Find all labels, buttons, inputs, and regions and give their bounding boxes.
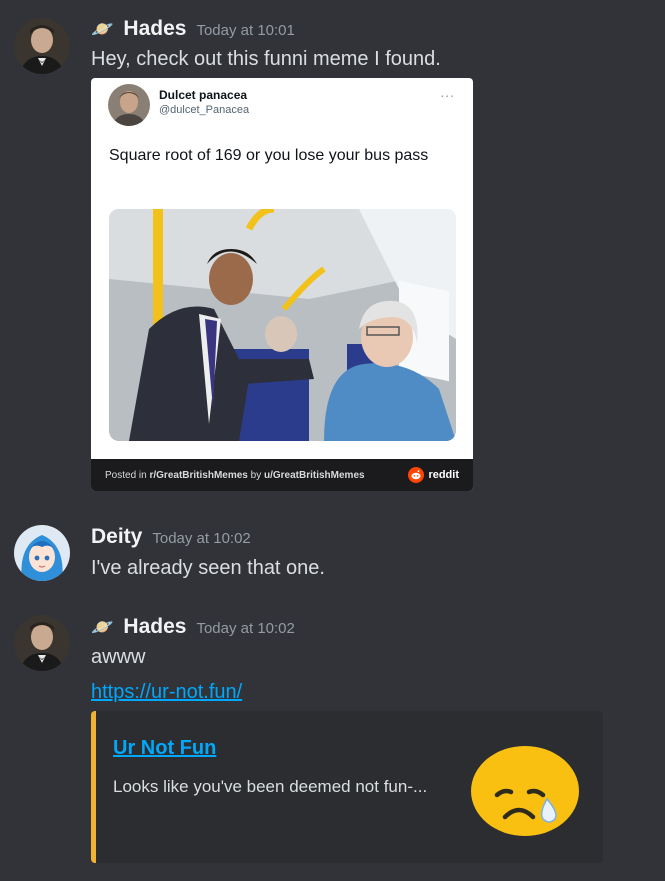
user-avatar-icon	[14, 615, 70, 671]
sad-emoji-icon[interactable]	[469, 739, 581, 837]
avatar-deity[interactable]	[14, 525, 70, 581]
timestamp: Today at 10:01	[196, 22, 295, 39]
embed-title[interactable]: Ur Not Fun	[113, 737, 216, 760]
reddit-icon	[408, 467, 425, 483]
username[interactable]: Hades	[123, 17, 186, 41]
avatar-hades[interactable]	[14, 615, 70, 671]
avatar-hades[interactable]	[14, 18, 70, 74]
embed-description: Looks like you've been deemed not fun-..…	[113, 777, 428, 796]
bus-photo	[109, 209, 456, 441]
username[interactable]: Hades	[123, 615, 186, 639]
tweet-author-name: Dulcet panacea	[159, 88, 248, 102]
subreddit-name: r/GreatBritishMemes	[149, 469, 248, 481]
bus-scene-illustration	[109, 209, 456, 441]
message-text: awww	[91, 646, 146, 668]
more-options-icon: ...	[440, 84, 455, 100]
planet-icon: 🪐	[91, 19, 114, 39]
tweet-author-handle: @dulcet_Panacea	[159, 104, 250, 116]
planet-icon: 🪐	[91, 617, 114, 637]
anime-avatar-icon	[14, 525, 70, 581]
reddit-logo: reddit	[408, 467, 459, 483]
username[interactable]: Deity	[91, 525, 142, 549]
timestamp: Today at 10:02	[196, 620, 295, 637]
message-header: 🪐 Hades Today at 10:02	[91, 615, 295, 639]
link-embed: Ur Not Fun Looks like you've been deemed…	[91, 711, 603, 863]
message-header: 🪐 Hades Today at 10:01	[91, 17, 295, 41]
message-text: I've already seen that one.	[91, 557, 325, 579]
message-text: Hey, check out this funni meme I found.	[91, 48, 441, 70]
user-avatar-icon	[14, 18, 70, 74]
reddit-attribution-bar: Posted in r/GreatBritishMemes by u/Great…	[91, 459, 473, 491]
message-link[interactable]: https://ur-not.fun/	[91, 681, 242, 704]
attribution-text: Posted in r/GreatBritishMemes by u/Great…	[105, 469, 365, 481]
meme-image[interactable]: Dulcet panacea @dulcet_Panacea ... Squar…	[91, 78, 473, 491]
message-header: Deity Today at 10:02	[91, 525, 251, 549]
user-avatar-icon	[108, 84, 150, 126]
tweet-author-avatar	[108, 84, 150, 126]
tweet-text: Square root of 169 or you lose your bus …	[109, 147, 429, 164]
reddit-wordmark: reddit	[428, 469, 459, 481]
timestamp: Today at 10:02	[152, 530, 251, 547]
reddit-user: u/GreatBritishMemes	[263, 469, 365, 481]
